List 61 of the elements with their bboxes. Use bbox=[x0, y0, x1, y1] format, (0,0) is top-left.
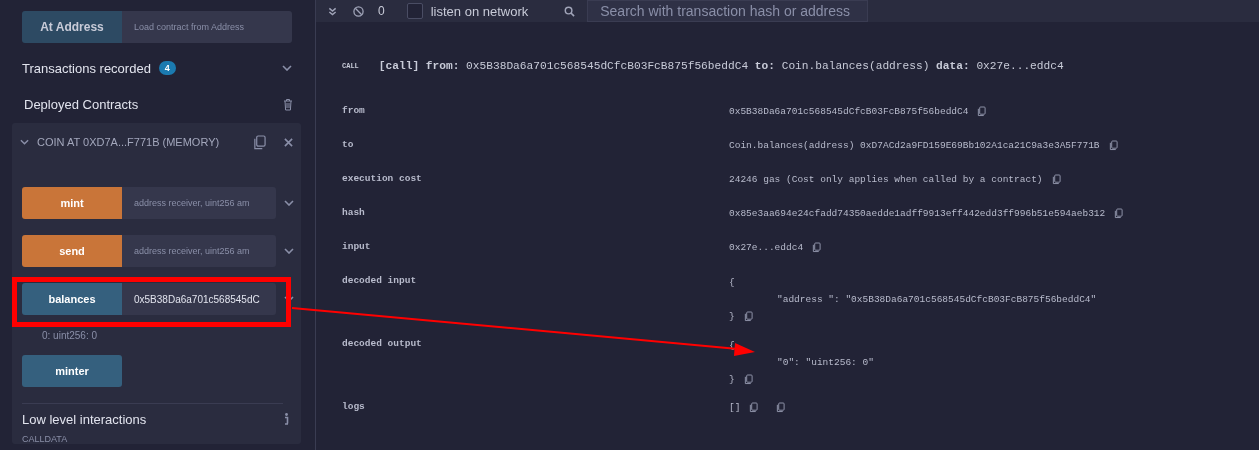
detail-value: 0x5B38Da6a701c568545dCfcB03FcB875f56beddC4 bbox=[729, 105, 969, 117]
chevron-icon[interactable] bbox=[284, 248, 294, 254]
arguments-input-field[interactable]: 0x5B38Da6a701c568545dC bbox=[122, 283, 276, 315]
detail-label: decoded input bbox=[342, 274, 417, 288]
copy-icon[interactable] bbox=[812, 241, 822, 253]
chevron-icon[interactable] bbox=[20, 139, 29, 145]
copy-icon[interactable] bbox=[253, 134, 266, 150]
close-icon[interactable] bbox=[284, 137, 293, 147]
json-line: } bbox=[729, 311, 735, 322]
detail-value: [] bbox=[729, 401, 741, 413]
search-field[interactable]: Search with transaction hash or address bbox=[587, 0, 869, 22]
detail-label: decoded output bbox=[342, 337, 422, 351]
double-chevron-icon[interactable] bbox=[328, 6, 337, 16]
clear-icon[interactable] bbox=[353, 5, 364, 17]
detail-label: from bbox=[342, 104, 365, 118]
address-input-field[interactable]: Load contract from Address bbox=[122, 11, 292, 43]
chevron-icon[interactable] bbox=[284, 296, 294, 302]
json-line: } bbox=[729, 374, 735, 385]
copy-icon[interactable] bbox=[1114, 207, 1124, 219]
low-level-interactions-title: Low level interactions bbox=[22, 411, 147, 427]
copy-icon[interactable] bbox=[743, 374, 753, 385]
at-address-button[interactable]: At Address bbox=[22, 11, 122, 43]
copy-icon[interactable] bbox=[977, 105, 987, 117]
copy-icon[interactable] bbox=[776, 401, 786, 413]
chevron-icon[interactable] bbox=[284, 200, 294, 206]
function-button[interactable]: balances bbox=[22, 283, 122, 315]
detail-value: 24246 gas (Cost only applies when called by a contract) bbox=[729, 173, 1043, 185]
detail-label: hash bbox=[342, 206, 365, 220]
calldata-label: CALLDATA bbox=[22, 434, 69, 444]
info-icon[interactable] bbox=[284, 413, 289, 425]
detail-value: Coin.balances(address) 0xD7ACd2a9FD159E69Bb102A1ca21C9a3e3A5F771B bbox=[729, 139, 1100, 151]
function-button[interactable]: mint bbox=[22, 187, 122, 219]
pending-count: 0 bbox=[378, 4, 385, 18]
arguments-input-field[interactable]: address receiver, uint256 am bbox=[122, 235, 276, 267]
copy-icon[interactable] bbox=[1108, 139, 1118, 151]
transaction-summary[interactable]: [call] from: 0x5B38Da6a701c568545dCfcB03FcB875f56beddC4 to: Coin.balances(address) data: 0x27e...eddc4 bbox=[378, 60, 1064, 72]
contract-title[interactable]: COIN AT 0XD7A...F771B (MEMORY) bbox=[37, 136, 220, 148]
json-line: "address ": "0x5B38Da6a701c568545dCfcB03FcB875f56beddC4" bbox=[777, 294, 1097, 305]
trash-icon[interactable] bbox=[283, 97, 293, 111]
chevron-icon[interactable] bbox=[282, 65, 292, 71]
transactions-recorded-label: Transactions recorded bbox=[22, 60, 151, 76]
call-result: 0: uint256: 0 bbox=[42, 330, 99, 342]
arguments-input-field[interactable]: address receiver, uint256 am bbox=[122, 187, 276, 219]
listen-label[interactable]: listen on network bbox=[430, 3, 529, 19]
json-line: { bbox=[729, 277, 735, 288]
detail-label: execution cost bbox=[342, 172, 422, 186]
transactions-count-badge: 4 bbox=[158, 61, 176, 75]
json-line: "0": "uint256: 0" bbox=[777, 357, 874, 368]
detail-label: logs bbox=[342, 400, 365, 414]
detail-value: 0x85e3aa694e24cfadd74350aedde1adff9913eff442edd3ff996b51e594aeb312 bbox=[729, 207, 1106, 219]
listen-checkbox[interactable] bbox=[406, 3, 423, 19]
detail-label: input bbox=[342, 240, 371, 254]
search-icon[interactable] bbox=[564, 5, 576, 17]
function-button[interactable]: minter bbox=[22, 355, 122, 387]
copy-icon[interactable] bbox=[749, 401, 759, 413]
copy-icon[interactable] bbox=[1051, 173, 1061, 185]
detail-value: 0x27e...eddc4 bbox=[729, 241, 804, 253]
function-button[interactable]: send bbox=[22, 235, 122, 267]
copy-icon[interactable] bbox=[743, 311, 753, 322]
detail-label: to bbox=[342, 138, 354, 152]
deployed-contracts-title: Deployed Contracts bbox=[24, 96, 139, 112]
